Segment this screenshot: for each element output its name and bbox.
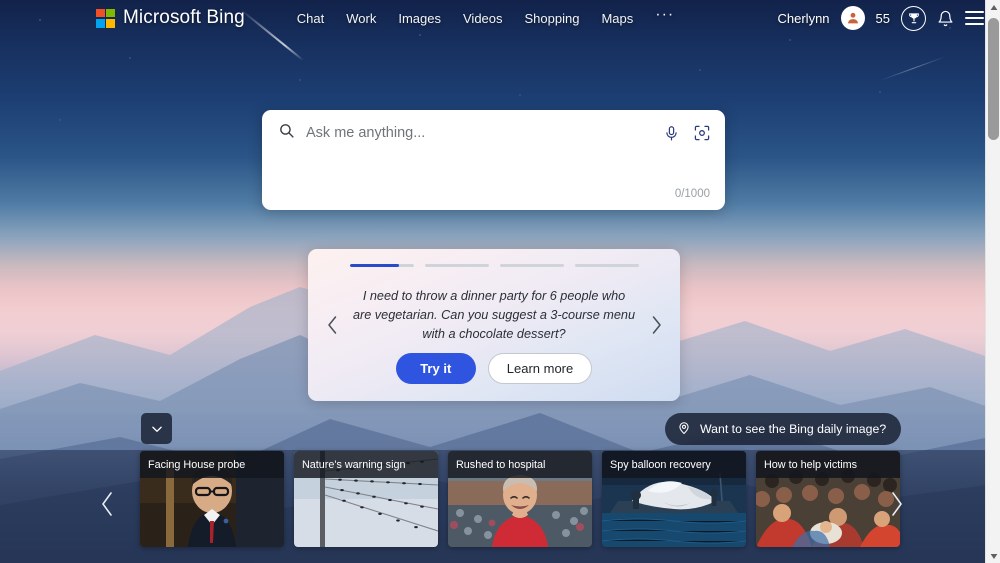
hamburger-menu-icon[interactable] <box>965 9 984 26</box>
rewards-points-label: 55 <box>875 10 890 26</box>
nav-more-icon[interactable]: ··· <box>655 7 674 26</box>
news-card-title: Spy balloon recovery <box>602 451 746 478</box>
news-carousel: Facing House probe Nature's warning sign… <box>140 451 900 547</box>
microphone-icon[interactable] <box>663 125 680 142</box>
vertical-scrollbar[interactable] <box>985 0 1000 563</box>
bell-icon[interactable] <box>937 10 954 27</box>
visual-search-camera-icon[interactable] <box>693 124 711 142</box>
brand-name-label: Microsoft Bing <box>123 7 245 28</box>
collapse-chevron-down-icon[interactable] <box>141 413 172 444</box>
suggestion-prompt-text: I need to throw a dinner party for 6 peo… <box>352 289 636 341</box>
suggestion-card: I need to throw a dinner party for 6 peo… <box>308 249 680 401</box>
news-card-title: Facing House probe <box>140 451 284 478</box>
progress-bar-3[interactable] <box>499 264 564 267</box>
try-it-button[interactable]: Try it <box>395 353 476 384</box>
carousel-progress-indicators <box>308 264 680 267</box>
news-card[interactable]: How to help victims <box>756 451 900 547</box>
nav-item-work[interactable]: Work <box>346 11 376 26</box>
rewards-trophy-icon[interactable] <box>901 5 926 31</box>
microsoft-logo-icon <box>96 8 115 28</box>
learn-more-button[interactable]: Learn more <box>487 353 593 384</box>
cloud-streak-decoration <box>879 56 947 81</box>
nav-item-videos[interactable]: Videos <box>463 11 503 26</box>
search-row <box>262 110 725 156</box>
daily-image-pill-label: Want to see the Bing daily image? <box>700 422 887 436</box>
news-card[interactable]: Rushed to hospital <box>448 451 592 547</box>
search-actions <box>663 124 711 142</box>
progress-bar-4[interactable] <box>574 264 639 267</box>
suggestion-actions: Try it Learn more <box>308 353 680 384</box>
news-card-title: How to help victims <box>756 451 900 478</box>
bing-homepage: Microsoft Bing Chat Work Images Videos S… <box>0 0 1000 563</box>
location-pin-icon <box>677 421 691 438</box>
search-input[interactable] <box>306 125 663 141</box>
news-card-title: Rushed to hospital <box>448 451 592 478</box>
news-next-chevron-right-icon[interactable] <box>882 487 912 521</box>
scrollbar-thumb[interactable] <box>988 18 999 140</box>
nav-item-shopping[interactable]: Shopping <box>525 11 580 26</box>
suggestion-prev-chevron-left-icon[interactable] <box>320 308 344 342</box>
news-card-title: Nature's warning sign <box>294 451 438 478</box>
nav-item-chat[interactable]: Chat <box>297 11 324 26</box>
suggestion-next-chevron-right-icon[interactable] <box>644 308 668 342</box>
news-prev-chevron-left-icon[interactable] <box>92 487 122 521</box>
username-label: Cherlynn <box>777 10 830 26</box>
nav-item-images[interactable]: Images <box>398 11 441 26</box>
progress-bar-2[interactable] <box>424 264 489 267</box>
character-counter: 0/1000 <box>674 188 710 200</box>
brand-logo[interactable]: Microsoft Bing <box>96 7 245 29</box>
top-navigation-bar: Microsoft Bing Chat Work Images Videos S… <box>0 0 1000 36</box>
scroll-down-arrow-icon[interactable] <box>986 548 1000 563</box>
suggestion-carousel: I need to throw a dinner party for 6 peo… <box>308 249 680 401</box>
progress-bar-1[interactable] <box>349 264 414 267</box>
bing-daily-image-pill[interactable]: Want to see the Bing daily image? <box>665 413 902 445</box>
news-card[interactable]: Spy balloon recovery <box>602 451 746 547</box>
account-area: Cherlynn 55 <box>777 5 984 31</box>
user-avatar-icon[interactable] <box>840 6 865 30</box>
news-card[interactable]: Facing House probe <box>140 451 284 547</box>
nav-links: Chat Work Images Videos Shopping Maps ··… <box>297 7 674 26</box>
nav-item-maps[interactable]: Maps <box>601 11 633 26</box>
search-box: 0/1000 <box>262 110 725 210</box>
scroll-up-arrow-icon[interactable] <box>986 0 1000 15</box>
search-icon <box>278 122 295 144</box>
news-card[interactable]: Nature's warning sign <box>294 451 438 547</box>
